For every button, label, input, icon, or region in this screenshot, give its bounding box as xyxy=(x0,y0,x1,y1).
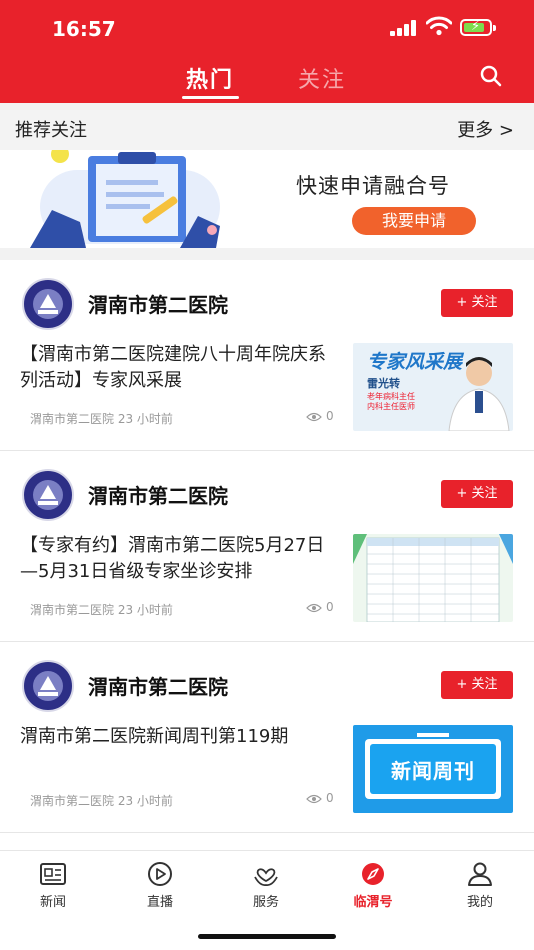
tab-hot[interactable]: 热门 xyxy=(186,62,234,94)
org-name[interactable]: 渭南市第二医院 xyxy=(88,480,228,509)
article-headline[interactable]: 渭南市第二医院新闻周刊第119期 xyxy=(20,724,340,750)
tabbar-item-service[interactable]: 服务 xyxy=(231,861,301,910)
article-source: 渭南市第二医院 23 小时前 xyxy=(30,412,173,426)
tabbar-item-live[interactable]: 直播 xyxy=(125,861,195,910)
article-source: 渭南市第二医院 23 小时前 xyxy=(30,603,173,617)
search-icon[interactable] xyxy=(479,64,503,88)
view-count-value: 0 xyxy=(326,600,334,614)
schedule-table-image xyxy=(353,534,513,622)
status-time: 16:57 xyxy=(52,17,116,41)
tabbar-item-mine[interactable]: 我的 xyxy=(445,861,515,910)
hospital-logo xyxy=(22,660,74,712)
doctor-photo xyxy=(448,357,510,431)
recommend-bar: 推荐关注 更多 > xyxy=(0,103,534,150)
view-count: 0 xyxy=(306,409,334,423)
org-name[interactable]: 渭南市第二医院 xyxy=(88,671,228,700)
article-thumbnail[interactable]: 新闻周刊 xyxy=(353,725,513,813)
hospital-logo xyxy=(22,469,74,521)
active-tab-indicator xyxy=(182,96,239,99)
thumb-role2: 内科主任医师 xyxy=(367,402,415,411)
hospital-logo xyxy=(22,278,74,330)
article-headline[interactable]: 【专家有约】渭南市第二医院5月27日—5月31日省级专家坐诊安排 xyxy=(20,533,340,585)
top-header: 16:57 ⚡ 热门 关注 xyxy=(0,0,534,103)
view-count-value: 0 xyxy=(326,791,334,805)
view-count-value: 0 xyxy=(326,409,334,423)
thumb-title: 新闻周刊 xyxy=(391,759,475,783)
tabbar-item-news[interactable]: 新闻 xyxy=(18,861,88,910)
view-count: 0 xyxy=(306,791,334,805)
compass-icon xyxy=(362,863,384,885)
article-thumbnail[interactable] xyxy=(353,534,513,622)
banner-title: 快速申请融合号 xyxy=(296,174,450,198)
eye-icon xyxy=(306,412,322,421)
article-card[interactable]: 渭南市第二医院 + 关注 【渭南市第二医院建院八十周年院庆系列活动】专家风采展 … xyxy=(0,260,534,451)
follow-button[interactable]: + 关注 xyxy=(441,671,513,699)
signal-icon xyxy=(390,20,416,36)
apply-banner[interactable]: 快速申请融合号 我要申请 xyxy=(0,150,534,248)
follow-button[interactable]: + 关注 xyxy=(441,289,513,317)
article-card[interactable]: 渭南市第二医院 + 关注 【专家有约】渭南市第二医院5月27日—5月31日省级专… xyxy=(0,451,534,642)
thumb-name: 雷光转 xyxy=(367,377,400,390)
follow-button[interactable]: + 关注 xyxy=(441,480,513,508)
battery-icon: ⚡ xyxy=(460,19,496,36)
tabbar-label: 新闻 xyxy=(39,895,66,910)
tabbar-label: 服务 xyxy=(252,895,279,910)
tabbar-label: 直播 xyxy=(146,895,173,910)
tabbar-item-linwei[interactable]: 临渭号 xyxy=(338,861,408,910)
eye-icon xyxy=(306,603,322,612)
service-icon xyxy=(254,868,278,886)
org-name[interactable]: 渭南市第二医院 xyxy=(88,289,228,318)
article-thumbnail[interactable]: 专家风采展 雷光转 老年病科主任 内科主任医师 xyxy=(353,343,513,431)
article-source: 渭南市第二医院 23 小时前 xyxy=(30,794,173,808)
article-headline[interactable]: 【渭南市第二医院建院八十周年院庆系列活动】专家风采展 xyxy=(20,342,340,394)
wifi-icon xyxy=(426,16,452,36)
apply-button[interactable]: 我要申请 xyxy=(352,207,476,235)
home-indicator xyxy=(198,934,336,939)
tabbar-label: 临渭号 xyxy=(353,895,393,910)
tab-follow[interactable]: 关注 xyxy=(298,62,346,94)
news-icon xyxy=(40,863,66,885)
recommend-title: 推荐关注 xyxy=(15,120,87,141)
play-icon xyxy=(148,862,172,886)
section-divider xyxy=(0,248,534,260)
view-count: 0 xyxy=(306,600,334,614)
tabbar-label: 我的 xyxy=(466,895,493,910)
person-icon xyxy=(468,862,492,886)
article-card[interactable]: 渭南市第二医院 + 关注 渭南市第二医院新闻周刊第119期 渭南市第二医院 23… xyxy=(0,642,534,833)
clipboard-illustration xyxy=(30,150,220,248)
more-link[interactable]: 更多 > xyxy=(457,116,514,142)
eye-icon xyxy=(306,794,322,803)
